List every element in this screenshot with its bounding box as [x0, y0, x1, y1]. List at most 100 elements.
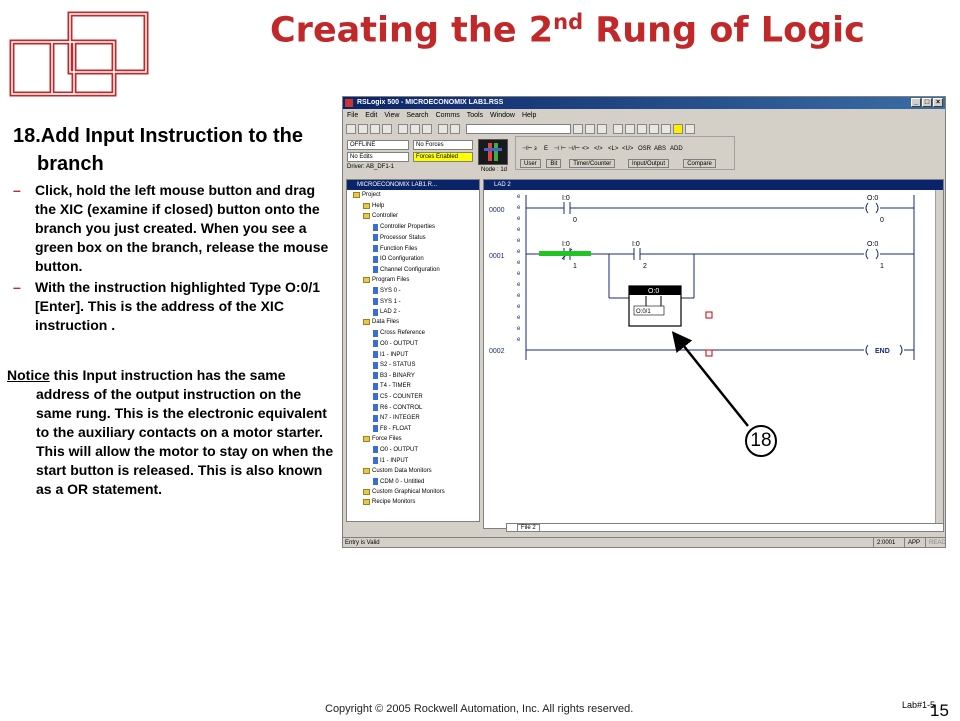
edit-icon[interactable]: [661, 124, 671, 134]
copyright-footer: Copyright © 2005 Rockwell Automation, In…: [325, 703, 634, 715]
redo-icon[interactable]: [450, 124, 460, 134]
arrow-right-icon[interactable]: [685, 124, 695, 134]
edits-field[interactable]: No Edits: [347, 152, 409, 162]
tree-item[interactable]: Force Files: [363, 435, 402, 442]
toolbar: [343, 122, 945, 136]
tree-item[interactable]: CDM 0 - Untitled: [373, 478, 424, 486]
menu-edit[interactable]: Edit: [365, 112, 377, 119]
find-icon[interactable]: [573, 124, 583, 134]
file-tab[interactable]: File 2: [517, 524, 540, 532]
add-icon[interactable]: [673, 124, 683, 134]
menu-window[interactable]: Window: [490, 112, 515, 119]
svg-text:ᴈ: ᴈ: [534, 146, 537, 152]
tree-item[interactable]: I1 - INPUT: [373, 457, 408, 464]
paste-icon[interactable]: [422, 124, 432, 134]
menu-help[interactable]: Help: [522, 112, 536, 119]
forces-enabled-field[interactable]: Forces Enabled: [413, 152, 473, 162]
verify-icon[interactable]: [613, 124, 623, 134]
instruction-tab[interactable]: User: [520, 159, 541, 168]
tree-item[interactable]: R6 - CONTROL: [373, 404, 422, 411]
file-icon: [373, 340, 378, 348]
menu-comms[interactable]: Comms: [436, 112, 460, 119]
file-icon: [373, 446, 378, 454]
tree-item[interactable]: B3 - BINARY: [373, 372, 415, 380]
tree-item[interactable]: O0 - OUTPUT: [373, 340, 418, 348]
rung-number: 0002: [489, 348, 505, 355]
menu-tools[interactable]: Tools: [467, 112, 483, 119]
tree-item[interactable]: Cross Reference: [373, 329, 425, 337]
zoom-out-icon[interactable]: [649, 124, 659, 134]
tree-item[interactable]: Project: [353, 192, 381, 198]
tree-item[interactable]: LAD 2 -: [373, 308, 400, 316]
mode-field[interactable]: OFFLINE: [347, 140, 409, 150]
new-file-icon[interactable]: [346, 124, 356, 134]
file-icon: [373, 404, 378, 411]
tree-item-label: Program Files: [372, 276, 410, 283]
find-next-icon[interactable]: [585, 124, 595, 134]
tree-item[interactable]: Data Files: [363, 319, 399, 326]
goto-icon[interactable]: [597, 124, 607, 134]
tree-item[interactable]: Controller Properties: [373, 223, 435, 231]
svg-text:<L>: <L>: [608, 146, 619, 152]
bullet-drag-xic: – Click, hold the left mouse button and d…: [13, 182, 329, 274]
cut-icon[interactable]: [398, 124, 408, 134]
svg-text:E: E: [544, 146, 548, 152]
tree-item[interactable]: C5 - COUNTER: [373, 393, 423, 401]
tree-item[interactable]: N7 - INTEGER: [373, 414, 420, 422]
tree-item[interactable]: F8 - FLOAT: [373, 425, 411, 433]
instruction-tab[interactable]: Bit: [546, 159, 562, 168]
tree-item-label: S2 - STATUS: [380, 362, 416, 369]
svg-text:⊣ ⊢: ⊣ ⊢: [554, 145, 566, 152]
open-file-icon[interactable]: [358, 124, 368, 134]
tree-item[interactable]: Help: [363, 202, 384, 209]
tree-item[interactable]: SYS 1 -: [373, 298, 401, 305]
zoom-in-icon[interactable]: [637, 124, 647, 134]
menu-file[interactable]: File: [347, 112, 358, 119]
tree-item[interactable]: Custom Data Monitors: [363, 467, 432, 474]
tree-item[interactable]: Recipe Monitors: [363, 499, 415, 506]
tree-item[interactable]: Channel Configuration: [373, 266, 440, 274]
search-dropdown[interactable]: [466, 124, 571, 134]
undo-icon[interactable]: [438, 124, 448, 134]
instruction-tab[interactable]: Compare: [683, 159, 716, 168]
verify-all-icon[interactable]: [625, 124, 635, 134]
tree-item-label: Project: [362, 192, 381, 198]
statusbar: Entry is Valid 2:0001 APP READ: [343, 537, 946, 548]
tree-item-label: Custom Data Monitors: [372, 467, 432, 474]
instruction-buttons[interactable]: ⊣⊢ ᴈ E ⊣ ⊢ ⊣/⊢ <> </> <L> <U> OSR ABS ADD: [520, 140, 720, 158]
rung-edit-mark: e: [517, 238, 521, 244]
minimize-button[interactable]: _: [911, 98, 921, 107]
close-button[interactable]: ×: [933, 98, 943, 107]
forces-field[interactable]: No Forces: [413, 140, 473, 150]
tree-item[interactable]: Processor Status: [373, 234, 426, 242]
menu-search[interactable]: Search: [406, 112, 428, 119]
tree-item[interactable]: Custom Graphical Monitors: [363, 488, 445, 495]
tree-item[interactable]: Program Files: [363, 276, 410, 283]
ladder-vertical-scrollbar[interactable]: [935, 190, 943, 525]
tree-item[interactable]: SYS 0 -: [373, 287, 401, 295]
copy-icon[interactable]: [410, 124, 420, 134]
folder-icon: [363, 202, 370, 209]
tree-item-label: IO Configuration: [380, 256, 424, 263]
instruction-tab[interactable]: Timer/Counter: [569, 159, 616, 168]
file-icon: [373, 266, 378, 274]
maximize-button[interactable]: □: [922, 98, 932, 107]
rung0-input-address: I:0: [562, 195, 570, 202]
rung-edit-mark: e: [517, 282, 521, 288]
tree-item-label: Function Files: [380, 245, 418, 252]
tree-item-label: Custom Graphical Monitors: [372, 488, 445, 495]
menu-view[interactable]: View: [384, 112, 399, 119]
tree-item[interactable]: Controller: [363, 213, 398, 220]
tree-item[interactable]: T4 - TIMER: [373, 382, 411, 390]
rung-edit-mark: e: [517, 304, 521, 310]
print-icon[interactable]: [382, 124, 392, 134]
tree-item[interactable]: S2 - STATUS: [373, 361, 416, 369]
node-label: Node : 1d: [481, 167, 508, 173]
svg-text:<U>: <U>: [622, 146, 634, 152]
save-icon[interactable]: [370, 124, 380, 134]
instruction-tab[interactable]: Input/Output: [628, 159, 670, 168]
tree-item[interactable]: IO Configuration: [373, 255, 424, 263]
tree-item[interactable]: I1 - INPUT: [373, 351, 408, 358]
tree-item[interactable]: O0 - OUTPUT: [373, 446, 418, 454]
tree-item[interactable]: Function Files: [373, 245, 417, 252]
